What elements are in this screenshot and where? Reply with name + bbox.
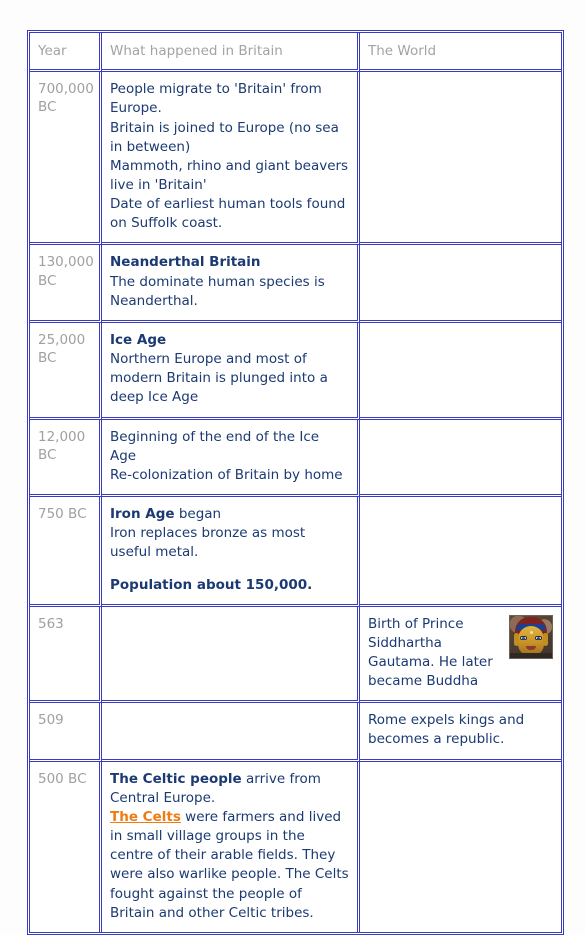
text-run: Mammoth, rhino and giant beavers live in… [110,157,349,193]
buddha-head-image [509,614,553,659]
text-emphasis: The Celtic people [110,770,242,787]
table-header: Year What happened in Britain The World [30,33,561,73]
year-cell: 700,000 BC [30,72,102,246]
paragraph: The Celts were farmers and lived in smal… [110,808,349,923]
buddha-mouth-shape [526,645,536,650]
paragraph: Population about 150,000. [110,576,349,595]
text-run: Britain is joined to Europe (no sea in b… [110,119,339,155]
table-row: 130,000 BC Neanderthal Britain The dominat… [30,245,561,323]
world-cell-text: Birth of Prince Siddhartha Gautama. He l… [368,615,503,692]
world-cell [360,761,561,932]
world-cell-text: Rome expels kings and becomes a republic… [368,711,553,749]
text-run: Northern Europe and most of modern Brita… [110,351,328,406]
britain-cell: Neanderthal Britain The dominate human sp… [102,245,360,323]
text-run: Iron replaces bronze as most useful meta… [110,525,306,561]
year-cell: 509 [30,703,102,762]
britain-cell [102,703,360,762]
world-cell-content: Rome expels kings and becomes a republic… [368,711,553,749]
world-cell [360,72,561,246]
history-timeline-table: Year What happened in Britain The World … [27,30,564,935]
paragraph: Beginning of the end of the Ice Age [110,428,349,466]
paragraph: Rome expels kings and becomes a republic… [368,711,553,749]
text-emphasis: Population about 150,000. [110,576,313,593]
britain-cell: Iron Age began Iron replaces bronze as mo… [102,497,360,607]
paragraph: Britain is joined to Europe (no sea in b… [110,119,349,157]
paragraph: Iron Age began [110,505,349,524]
table-row: 700,000 BC People migrate to 'Britain' fr… [30,72,561,246]
year-cell: 25,000 BC [30,322,102,420]
buddha-dot-shape [530,630,533,634]
text-run: Birth of Prince Siddhartha Gautama. He l… [368,615,493,690]
text-run: Rome expels kings and becomes a republic… [368,712,525,748]
column-header-year: Year [30,33,102,73]
britain-cell: Ice Age Northern Europe and most of moder… [102,322,360,420]
year-cell: 750 BC [30,497,102,607]
text-run: The dominate human species is Neandertha… [110,273,325,309]
column-header-britain: What happened in Britain [102,33,360,73]
paragraph: Northern Europe and most of modern Brita… [110,350,349,407]
paragraph: The Celtic people arrive from Central Eu… [110,770,349,808]
paragraph: Iron replaces bronze as most useful meta… [110,524,349,562]
world-cell [360,322,561,420]
buddha-pupil-l-shape [522,636,525,640]
the-celts-link[interactable]: The Celts [110,809,181,825]
text-emphasis: Neanderthal Britain [110,254,261,271]
world-cell [360,245,561,323]
year-cell: 500 BC [30,761,102,932]
world-cell-content: Birth of Prince Siddhartha Gautama. He l… [368,614,553,692]
britain-cell: Beginning of the end of the Ice Age Re-co… [102,419,360,498]
britain-cell: The Celtic people arrive from Central Eu… [102,761,360,932]
world-cell [360,419,561,498]
table-row: 750 BC Iron Age began Iron replaces bronze… [30,497,561,607]
paragraph: Neanderthal Britain [110,253,349,272]
table-row: 12,000 BC Beginning of the end of the Ice… [30,419,561,498]
text-run: Re-colonization of Britain by home [110,466,343,483]
buddha-base-shape [510,652,552,658]
text-run: began [174,506,222,523]
text-run: were farmers and lived in small village … [110,808,349,921]
text-run: Date of earliest human tools found on Su… [110,196,346,232]
table-row: 500 BC The Celtic people arrive from Cent… [30,761,561,932]
text-emphasis: Iron Age [110,506,175,523]
buddha-ear-r-shape [543,632,548,646]
britain-cell [102,606,360,704]
table-body: 700,000 BC People migrate to 'Britain' fr… [30,72,561,932]
buddha-ear-l-shape [514,632,519,646]
paragraph: People migrate to 'Britain' from Europe. [110,80,349,118]
year-cell: 12,000 BC [30,419,102,498]
world-cell: Birth of Prince Siddhartha Gautama. He l… [360,606,561,704]
paragraph: The dominate human species is Neandertha… [110,273,349,311]
world-cell [360,497,561,607]
paragraph: Date of earliest human tools found on Su… [110,195,349,233]
paragraph: Ice Age [110,331,349,350]
buddha-pupil-r-shape [537,636,540,640]
text-run: Beginning of the end of the Ice Age [110,428,320,464]
paragraph: Re-colonization of Britain by home [110,466,349,485]
text-emphasis: Ice Age [110,331,167,348]
world-cell: Rome expels kings and becomes a republic… [360,703,561,762]
table-row: 563 Birth of Prince Siddhartha Gautama. H… [30,606,561,704]
text-run: People migrate to 'Britain' from Europe. [110,81,322,117]
britain-cell: People migrate to 'Britain' from Europe.… [102,72,360,246]
year-cell: 563 [30,606,102,704]
paragraph: Birth of Prince Siddhartha Gautama. He l… [368,615,503,692]
table-header-row: Year What happened in Britain The World [30,33,561,73]
table-row: 509 Rome expels kings and becomes a repub… [30,703,561,762]
paragraph: Mammoth, rhino and giant beavers live in… [110,157,349,195]
year-cell: 130,000 BC [30,245,102,323]
column-header-world: The World [360,33,561,73]
table-row: 25,000 BC Ice Age Northern Europe and most… [30,322,561,420]
page-root: Year What happened in Britain The World … [0,0,585,935]
